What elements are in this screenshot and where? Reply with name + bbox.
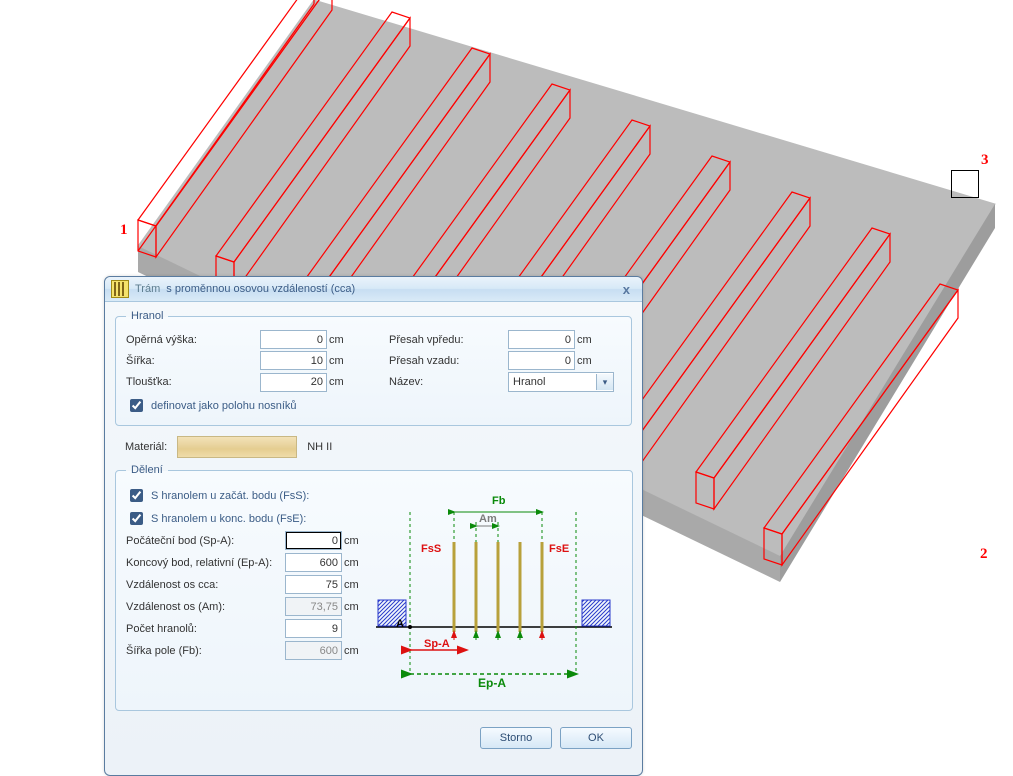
input-sirka[interactable] [260,351,327,370]
close-button[interactable]: x [617,281,636,298]
beam-dialog: Trám s proměnnou osovou vzdáleností (cca… [104,276,643,776]
label-nazev: Název: [389,376,504,388]
label-vzd-cca: Vzdálenost os cca: [126,579,281,591]
label-pocet: Počet hranolů: [126,623,281,635]
group-hranol-legend: Hranol [126,310,168,322]
marker-2: 2 [980,546,988,563]
checkbox-def-nosniku[interactable] [130,399,143,412]
schematic-diagram: Fb Am FsS FsE [366,482,622,702]
input-fb [285,641,342,660]
label-ep-a: Koncový bod, relativní (Ep-A): [126,557,281,569]
label-fse: S hranolem u konc. bodu (FsE): [151,513,306,525]
dialog-buttons: Storno OK [105,721,642,757]
input-presah-vzadu[interactable] [508,351,575,370]
label-def-nosniku: definovat jako polohu nosníků [151,400,297,412]
input-sp-a[interactable] [285,531,342,550]
cancel-button[interactable]: Storno [480,727,552,749]
label-presah-vzadu: Přesah vzadu: [389,355,504,367]
group-hranol: Hranol Opěrná výška: cm Přesah vpředu: c… [115,310,632,426]
label-sp-a: Počáteční bod (Sp-A): [126,535,281,547]
group-deleni-legend: Dělení [126,464,168,476]
svg-text:Ep-A: Ep-A [478,676,506,690]
app-icon [111,280,129,298]
dialog-title-main: Trám [135,283,160,295]
marker-1: 1 [120,222,128,239]
unit-cm: cm [329,334,351,346]
label-material: Materiál: [125,441,167,453]
ok-button[interactable]: OK [560,727,632,749]
label-fss: S hranolem u začát. bodu (FsS): [151,490,309,502]
svg-text:FsE: FsE [549,543,569,555]
label-operna-vyska: Opěrná výška: [126,334,256,346]
svg-text:Fb: Fb [492,495,506,507]
chevron-down-icon[interactable]: ▾ [596,374,613,390]
input-presah-vpredu[interactable] [508,330,575,349]
unit-cm: cm [577,334,599,346]
label-sirka: Šířka: [126,355,256,367]
pick-cursor [951,170,979,198]
combo-nazev-value: Hranol [509,376,596,388]
checkbox-fss[interactable] [130,489,143,502]
svg-text:A: A [396,618,404,630]
dialog-title-sub: s proměnnou osovou vzdáleností (cca) [166,283,355,295]
material-swatch[interactable] [177,436,297,458]
group-deleni: Dělení S hranolem u začát. bodu (FsS): S… [115,464,633,711]
svg-text:FsS: FsS [421,543,441,555]
input-pocet[interactable] [285,619,342,638]
label-am: Vzdálenost os (Am): [126,601,281,613]
input-ep-a[interactable] [285,553,342,572]
svg-text:Sp-A: Sp-A [424,638,450,650]
svg-text:Am: Am [479,513,497,525]
input-vzd-cca[interactable] [285,575,342,594]
label-presah-vpredu: Přesah vpředu: [389,334,504,346]
dialog-titlebar[interactable]: Trám s proměnnou osovou vzdáleností (cca… [105,277,642,302]
combo-nazev[interactable]: Hranol ▾ [508,372,614,392]
input-am [285,597,342,616]
marker-3: 3 [981,152,989,169]
checkbox-fse[interactable] [130,512,143,525]
material-code: NH II [307,441,332,453]
label-fb: Šířka pole (Fb): [126,645,281,657]
material-row: Materiál: NH II [115,432,632,464]
input-tloustka[interactable] [260,373,327,392]
input-operna-vyska[interactable] [260,330,327,349]
label-tloustka: Tloušťka: [126,376,256,388]
